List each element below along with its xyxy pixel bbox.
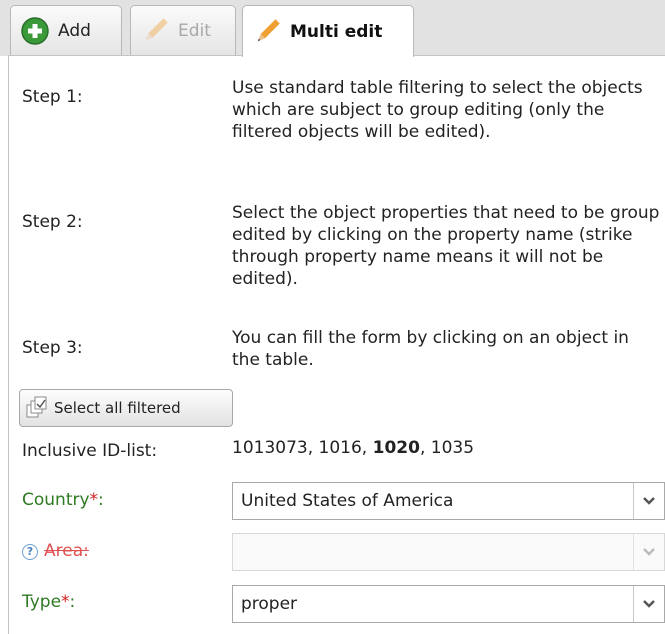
- id-item-highlighted: 1020: [372, 438, 420, 458]
- step-1-label: Step 1:: [22, 87, 83, 107]
- help-icon[interactable]: ?: [22, 544, 38, 560]
- tab-edit[interactable]: Edit: [130, 5, 236, 56]
- tab-add[interactable]: Add: [10, 5, 122, 56]
- step-2-text: Select the object properties that need t…: [232, 203, 660, 289]
- tab-add-label: Add: [58, 21, 91, 41]
- type-select[interactable]: proper: [232, 585, 665, 623]
- country-label[interactable]: Country*:: [22, 490, 104, 510]
- pencil-icon: [140, 16, 170, 46]
- id-item: 1016: [318, 438, 362, 458]
- area-label[interactable]: ? Area:: [22, 541, 89, 561]
- select-all-filtered-button[interactable]: Select all filtered: [19, 389, 233, 427]
- chevron-down-icon: [633, 483, 664, 519]
- tab-multi-edit[interactable]: Multi edit: [242, 5, 414, 57]
- required-mark: *: [61, 592, 70, 612]
- step-2-label: Step 2:: [22, 212, 83, 232]
- id-list-values: 1013073, 1016, 1020, 1035: [232, 438, 475, 458]
- tab-bar: Add Edit Multi edit: [0, 0, 665, 57]
- chevron-down-icon: [633, 586, 664, 622]
- step-3-text: You can fill the form by clicking on an …: [232, 328, 629, 370]
- pencil-icon: [252, 17, 282, 47]
- type-label[interactable]: Type*:: [22, 592, 75, 612]
- tab-edit-label: Edit: [178, 21, 211, 41]
- select-all-icon: [26, 396, 50, 420]
- plus-circle-icon: [20, 16, 50, 46]
- country-value: United States of America: [241, 491, 454, 511]
- step-1-text: Use standard table filtering to select t…: [232, 78, 643, 142]
- chevron-down-icon: [633, 534, 664, 570]
- id-list-label: Inclusive ID-list:: [22, 441, 158, 461]
- step-3-label: Step 3:: [22, 338, 83, 358]
- required-mark: *: [89, 490, 99, 510]
- type-value: proper: [241, 594, 298, 614]
- tab-multi-edit-label: Multi edit: [290, 21, 383, 42]
- country-select[interactable]: United States of America: [232, 482, 665, 520]
- select-all-filtered-label: Select all filtered: [54, 399, 181, 417]
- area-select[interactable]: [232, 533, 665, 571]
- id-item: 1035: [430, 438, 475, 458]
- id-item: 1013073: [232, 438, 308, 458]
